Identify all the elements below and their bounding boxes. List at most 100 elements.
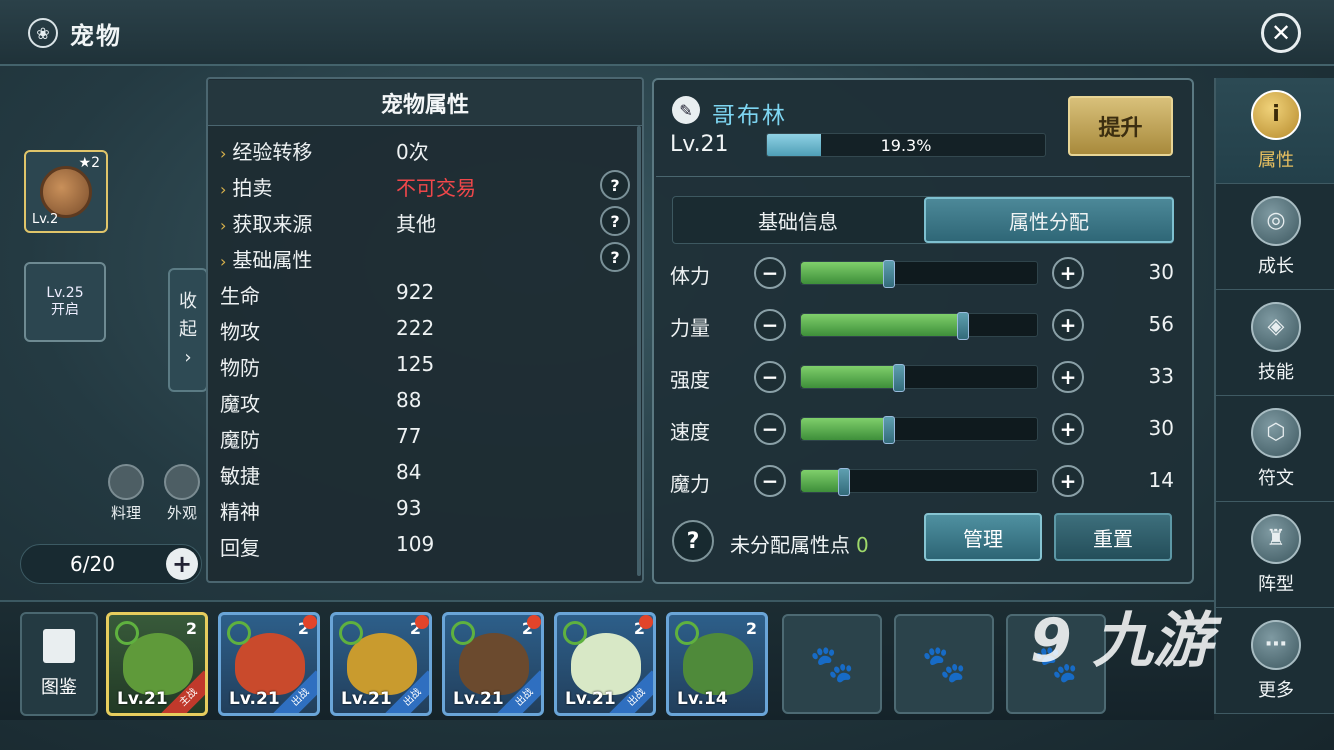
pet-coin-icon bbox=[40, 166, 92, 218]
stat-label: 回复 bbox=[220, 536, 260, 560]
element-ring-icon bbox=[451, 621, 475, 645]
chevron-right-icon: › bbox=[220, 180, 227, 199]
pet-card[interactable]: 2 Lv.14 bbox=[666, 612, 768, 716]
plus-button[interactable]: + bbox=[1052, 413, 1084, 445]
plus-button[interactable]: + bbox=[1052, 257, 1084, 289]
info-row-auction[interactable]: › 拍卖 不可交易 ? bbox=[220, 170, 630, 202]
nav-label: 技能 bbox=[1258, 361, 1294, 383]
pencil-icon: ✎ bbox=[679, 100, 693, 120]
slider-handle[interactable] bbox=[883, 260, 895, 288]
slider-handle[interactable] bbox=[883, 416, 895, 444]
pet-card[interactable]: 2 Lv.21 主战 bbox=[106, 612, 208, 716]
nav-item[interactable]: ⋯ 更多 bbox=[1216, 608, 1334, 714]
row-value: 不可交易 bbox=[396, 176, 476, 200]
stat-label: 物防 bbox=[220, 356, 260, 380]
tab-attribute-allocation[interactable]: 属性分配 bbox=[924, 197, 1174, 243]
element-ring-icon bbox=[115, 621, 139, 645]
rename-button[interactable]: ✎ bbox=[672, 96, 700, 124]
atlas-button[interactable]: 图鉴 bbox=[20, 612, 98, 716]
minus-button[interactable]: − bbox=[754, 361, 786, 393]
xp-percent: 19.3% bbox=[880, 135, 932, 155]
stat-row: 物攻 222 bbox=[220, 316, 630, 346]
allocation-bar bbox=[800, 312, 1038, 340]
plus-button[interactable]: + bbox=[1052, 309, 1084, 341]
stat-label: 物攻 bbox=[220, 320, 260, 344]
side-nav: i 属性 ◎ 成长 ◈ 技能 ⬡ 符文 ♜ 阵型 ⋯ 更多 bbox=[1214, 78, 1334, 714]
plus-button[interactable]: + bbox=[1052, 361, 1084, 393]
allocation-value: 56 bbox=[1148, 312, 1174, 336]
watermark-logo: 9 九游 bbox=[1030, 606, 1213, 676]
pet-card[interactable]: 2 Lv.21 出战 bbox=[442, 612, 544, 716]
info-row-exp-transfer[interactable]: › 经验转移 0次 bbox=[220, 136, 630, 166]
allocation-value: 33 bbox=[1148, 364, 1174, 388]
minus-button[interactable]: − bbox=[754, 257, 786, 289]
tab-basic-info[interactable]: 基础信息 bbox=[673, 197, 923, 243]
allocation-row: 速度 − +30 bbox=[670, 412, 1180, 452]
info-row-source[interactable]: › 获取来源 其他 ? bbox=[220, 206, 630, 238]
manage-button[interactable]: 管理 bbox=[924, 513, 1042, 561]
upgrade-button[interactable]: 提升 bbox=[1068, 96, 1173, 156]
info-row-base-attr[interactable]: › 基础属性 ? bbox=[220, 242, 630, 274]
pet-card-level: Lv.14 bbox=[677, 689, 728, 709]
nav-item[interactable]: ◎ 成长 bbox=[1216, 184, 1334, 290]
slider-handle[interactable] bbox=[893, 364, 905, 392]
allocation-bar bbox=[800, 364, 1038, 392]
appearance-button[interactable]: 外观 bbox=[160, 464, 204, 523]
minus-button[interactable]: − bbox=[754, 465, 786, 497]
help-icon[interactable]: ? bbox=[600, 242, 630, 272]
collapse-tab[interactable]: 收 起 › bbox=[168, 268, 208, 392]
allocation-row: 力量 − +56 bbox=[670, 308, 1180, 348]
allocation-label: 速度 bbox=[670, 420, 710, 444]
unassigned-value: 0 bbox=[856, 533, 869, 557]
scrollbar[interactable] bbox=[637, 126, 641, 576]
allocation-value: 30 bbox=[1148, 260, 1174, 284]
slider-handle[interactable] bbox=[957, 312, 969, 340]
cook-label: 料理 bbox=[110, 504, 141, 522]
close-button[interactable]: ✕ bbox=[1261, 13, 1301, 53]
top-bar bbox=[0, 0, 1334, 66]
help-icon[interactable]: ? bbox=[600, 170, 630, 200]
cook-button[interactable]: 料理 bbox=[104, 464, 148, 523]
empty-pet-slot[interactable]: 🐾 bbox=[782, 614, 882, 714]
pet-paw-icon: ❀ bbox=[28, 18, 58, 48]
nav-label: 属性 bbox=[1258, 149, 1294, 171]
reset-button[interactable]: 重置 bbox=[1054, 513, 1172, 561]
nav-label: 阵型 bbox=[1258, 573, 1294, 595]
book-icon bbox=[43, 629, 75, 663]
stat-value: 77 bbox=[396, 424, 422, 448]
nav-item[interactable]: ⬡ 符文 bbox=[1216, 396, 1334, 502]
page-title: 宠物 bbox=[70, 22, 122, 50]
nav-item[interactable]: ♜ 阵型 bbox=[1216, 502, 1334, 608]
pet-card[interactable]: 2 Lv.21 出战 bbox=[218, 612, 320, 716]
pet-slot-1[interactable]: ★2 Lv.2 bbox=[24, 150, 108, 233]
formation-icon: ♜ bbox=[1251, 513, 1301, 564]
empty-pet-slot[interactable]: 🐾 bbox=[894, 614, 994, 714]
help-icon[interactable]: ? bbox=[600, 206, 630, 236]
star-count: ★2 bbox=[78, 155, 100, 171]
add-slot-button[interactable]: + bbox=[166, 548, 198, 580]
allocation-bar bbox=[800, 468, 1038, 496]
cook-icon bbox=[108, 464, 144, 500]
nav-item[interactable]: i 属性 bbox=[1216, 78, 1334, 184]
pet-card-level: Lv.21 bbox=[341, 689, 392, 709]
stat-row: 物防 125 bbox=[220, 352, 630, 382]
pet-card[interactable]: 2 Lv.21 出战 bbox=[554, 612, 656, 716]
allocation-value: 30 bbox=[1148, 416, 1174, 440]
stat-value: 88 bbox=[396, 388, 422, 412]
pet-card[interactable]: 2 Lv.21 出战 bbox=[330, 612, 432, 716]
stat-value: 222 bbox=[396, 316, 435, 340]
minus-button[interactable]: − bbox=[754, 309, 786, 341]
plus-button[interactable]: + bbox=[1052, 465, 1084, 497]
slider-handle[interactable] bbox=[838, 468, 850, 496]
stat-value: 125 bbox=[396, 352, 435, 376]
pet-slot-locked[interactable]: Lv.25 开启 bbox=[24, 262, 106, 342]
collapse-label: 收 bbox=[179, 291, 197, 312]
stat-row: 生命 922 bbox=[220, 280, 630, 310]
element-ring-icon bbox=[563, 621, 587, 645]
minus-button[interactable]: − bbox=[754, 413, 786, 445]
help-icon[interactable]: ? bbox=[672, 520, 714, 562]
allocation-row: 强度 − +33 bbox=[670, 360, 1180, 400]
nav-item[interactable]: ◈ 技能 bbox=[1216, 290, 1334, 396]
chevron-right-icon: › bbox=[220, 216, 227, 235]
allocation-bar-fill bbox=[801, 418, 889, 440]
